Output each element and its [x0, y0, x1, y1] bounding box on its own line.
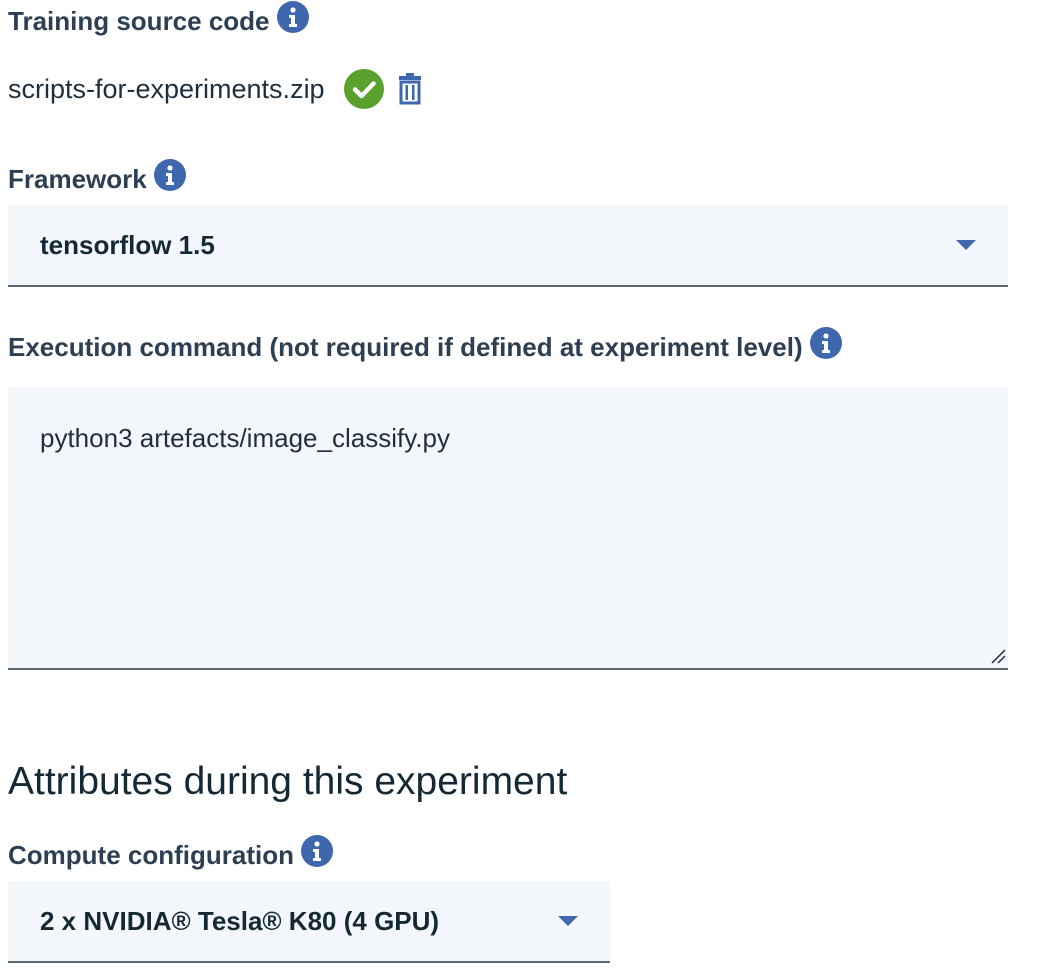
compute-configuration-label-row: Compute configuration	[8, 835, 333, 873]
compute-configuration-selected-value: 2 x NVIDIA® Tesla® K80 (4 GPU)	[40, 905, 440, 936]
chevron-down-icon	[558, 916, 578, 926]
info-icon[interactable]	[153, 159, 186, 191]
compute-configuration-label: Compute configuration	[8, 839, 294, 870]
info-icon[interactable]	[809, 327, 842, 359]
check-circle-icon	[343, 69, 384, 109]
execution-command-label: Execution command (not required if defin…	[8, 331, 803, 362]
execution-command-value: python3 artefacts/image_classify.py	[40, 423, 450, 453]
info-icon[interactable]	[300, 835, 333, 867]
uploaded-file-row: scripts-for-experiments.zip	[8, 66, 422, 112]
compute-configuration-select[interactable]: 2 x NVIDIA® Tesla® K80 (4 GPU)	[8, 881, 610, 963]
chevron-down-icon	[956, 240, 976, 250]
training-source-label-row: Training source code	[8, 1, 309, 39]
file-name: scripts-for-experiments.zip	[8, 73, 325, 104]
trash-icon[interactable]	[398, 71, 422, 107]
training-source-label: Training source code	[8, 5, 270, 36]
framework-label-row: Framework	[8, 159, 186, 197]
info-icon[interactable]	[276, 1, 309, 33]
resize-grip-icon[interactable]	[990, 648, 1006, 664]
framework-label: Framework	[8, 163, 147, 194]
framework-select[interactable]: tensorflow 1.5	[8, 205, 1008, 287]
execution-command-textarea[interactable]: python3 artefacts/image_classify.py	[8, 387, 1008, 670]
framework-selected-value: tensorflow 1.5	[40, 229, 215, 260]
execution-command-label-row: Execution command (not required if defin…	[8, 327, 842, 365]
section-heading: Attributes during this experiment	[8, 760, 568, 803]
